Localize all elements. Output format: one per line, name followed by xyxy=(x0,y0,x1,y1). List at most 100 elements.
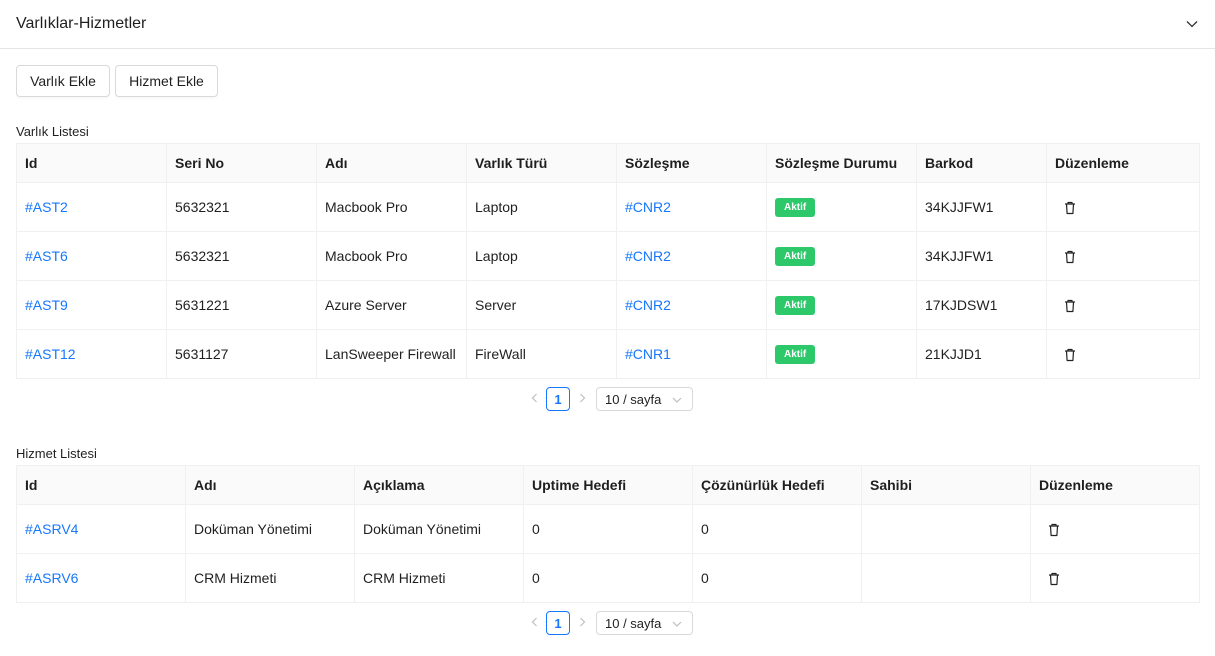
asset-id-link[interactable]: #AST12 xyxy=(25,346,76,362)
table-row: #AST12 5631127 LanSweeper Firewall FireWall… xyxy=(17,330,1200,379)
contract-link[interactable]: #CNR2 xyxy=(625,199,671,215)
asset-name-cell: Macbook Pro xyxy=(317,232,467,281)
service-description: CRM Hizmeti xyxy=(363,570,446,586)
trash-icon[interactable] xyxy=(1062,298,1078,314)
chevron-down-icon xyxy=(672,397,682,403)
trash-icon[interactable] xyxy=(1046,571,1062,587)
service-id-link[interactable]: #ASRV6 xyxy=(25,570,78,586)
barcode-cell: 17KJDSW1 xyxy=(917,281,1047,330)
panel-title: Varlıklar-Hizmetler xyxy=(16,15,147,32)
service-id-link[interactable]: #ASRV4 xyxy=(25,521,78,537)
contract-link-cell: #CNR2 xyxy=(617,281,767,330)
column-header: Adı xyxy=(186,466,355,505)
contract-link-cell: #CNR2 xyxy=(617,183,767,232)
table-row: #AST2 5632321 Macbook Pro Laptop #CNR2 Aktif 3… xyxy=(17,183,1200,232)
status-badge-cell: Aktif xyxy=(767,183,917,232)
service-id-link-cell: #ASRV6 xyxy=(17,554,186,603)
add-service-button[interactable]: Hizmet Ekle xyxy=(115,65,218,97)
contract-link[interactable]: #CNR2 xyxy=(625,248,671,264)
service-name-cell: Doküman Yönetimi xyxy=(186,505,355,554)
column-header: Varlık Türü xyxy=(467,144,617,183)
service-list-label: Hizmet Listesi xyxy=(16,446,97,461)
chevron-left-icon[interactable] xyxy=(528,615,542,629)
asset-type: Server xyxy=(475,297,517,313)
asset-id-link-cell: #AST2 xyxy=(17,183,167,232)
asset-id-link[interactable]: #AST2 xyxy=(25,199,68,215)
edit-cell xyxy=(1031,554,1200,603)
serial-no-cell: 5632321 xyxy=(167,232,317,281)
uptime-target-cell: 0 xyxy=(524,554,693,603)
service-name: Doküman Yönetimi xyxy=(194,521,313,537)
page-size-select[interactable]: 10 / sayfa xyxy=(596,611,693,635)
uptime-target: 0 xyxy=(532,570,540,586)
asset-list-label: Varlık Listesi xyxy=(16,124,89,139)
asset-table: Id Seri No Adı Varlık Türü Sözleşme Sözleşme … xyxy=(16,143,1200,379)
column-header: Id xyxy=(17,466,186,505)
chevron-down-icon[interactable] xyxy=(1183,15,1201,33)
resolution-target-cell: 0 xyxy=(693,554,862,603)
contract-link-cell: #CNR1 xyxy=(617,330,767,379)
status-badge-cell: Aktif xyxy=(767,232,917,281)
resolution-target-cell: 0 xyxy=(693,505,862,554)
status-badge: Aktif xyxy=(775,198,816,217)
chevron-down-icon xyxy=(672,621,682,627)
contract-link[interactable]: #CNR1 xyxy=(625,346,671,362)
asset-name: LanSweeper Firewall xyxy=(325,346,456,362)
asset-pagination: 1 10 / sayfa xyxy=(528,387,698,411)
asset-id-link[interactable]: #AST9 xyxy=(25,297,68,313)
serial-no-cell: 5631221 xyxy=(167,281,317,330)
owner-cell xyxy=(862,505,1031,554)
chevron-right-icon[interactable] xyxy=(575,391,589,405)
contract-link[interactable]: #CNR2 xyxy=(625,297,671,313)
table-row: #AST9 5631221 Azure Server Server #CNR2 Aktif… xyxy=(17,281,1200,330)
edit-cell xyxy=(1047,183,1200,232)
service-description-cell: CRM Hizmeti xyxy=(355,554,524,603)
asset-name: Azure Server xyxy=(325,297,407,313)
service-name: CRM Hizmeti xyxy=(194,570,277,586)
status-badge: Aktif xyxy=(775,247,816,266)
page-number[interactable]: 1 xyxy=(546,387,570,411)
uptime-target: 0 xyxy=(532,521,540,537)
trash-icon[interactable] xyxy=(1046,522,1062,538)
trash-icon[interactable] xyxy=(1062,347,1078,363)
column-header: Barkod xyxy=(917,144,1047,183)
column-header: Çözünürlük Hedefi xyxy=(693,466,862,505)
barcode-cell: 21KJJD1 xyxy=(917,330,1047,379)
column-header: Sözleşme xyxy=(617,144,767,183)
serial-no: 5632321 xyxy=(175,199,230,215)
status-badge-cell: Aktif xyxy=(767,330,917,379)
table-row: #ASRV6 CRM Hizmeti CRM Hizmeti 0 0 xyxy=(17,554,1200,603)
add-asset-button[interactable]: Varlık Ekle xyxy=(16,65,110,97)
column-header: Düzenleme xyxy=(1031,466,1200,505)
service-table-header: Id Adı Açıklama Uptime Hedefi Çözünürlük Hed… xyxy=(17,466,1200,505)
chevron-right-icon[interactable] xyxy=(575,615,589,629)
trash-icon[interactable] xyxy=(1062,200,1078,216)
barcode-cell: 34KJJFW1 xyxy=(917,232,1047,281)
collapse-panel-header[interactable]: Varlıklar-Hizmetler xyxy=(0,0,1215,49)
barcode: 34KJJFW1 xyxy=(925,248,994,264)
asset-type-cell: Laptop xyxy=(467,183,617,232)
serial-no: 5631127 xyxy=(175,346,229,362)
edit-cell xyxy=(1047,330,1200,379)
trash-icon[interactable] xyxy=(1062,249,1078,265)
edit-cell xyxy=(1047,281,1200,330)
serial-no: 5632321 xyxy=(175,248,230,264)
barcode: 21KJJD1 xyxy=(925,346,982,362)
column-header: Seri No xyxy=(167,144,317,183)
barcode: 34KJJFW1 xyxy=(925,199,994,215)
uptime-target-cell: 0 xyxy=(524,505,693,554)
page-number[interactable]: 1 xyxy=(546,611,570,635)
asset-table-header: Id Seri No Adı Varlık Türü Sözleşme Sözleşme … xyxy=(17,144,1200,183)
service-description: Doküman Yönetimi xyxy=(363,521,482,537)
status-badge: Aktif xyxy=(775,345,816,364)
serial-no-cell: 5631127 xyxy=(167,330,317,379)
asset-id-link-cell: #AST6 xyxy=(17,232,167,281)
status-badge-cell: Aktif xyxy=(767,281,917,330)
status-badge: Aktif xyxy=(775,296,816,315)
service-description-cell: Doküman Yönetimi xyxy=(355,505,524,554)
asset-id-link[interactable]: #AST6 xyxy=(25,248,68,264)
page-size-select[interactable]: 10 / sayfa xyxy=(596,387,693,411)
asset-name-cell: LanSweeper Firewall xyxy=(317,330,467,379)
chevron-left-icon[interactable] xyxy=(528,391,542,405)
service-pagination: 1 10 / sayfa xyxy=(528,611,698,635)
